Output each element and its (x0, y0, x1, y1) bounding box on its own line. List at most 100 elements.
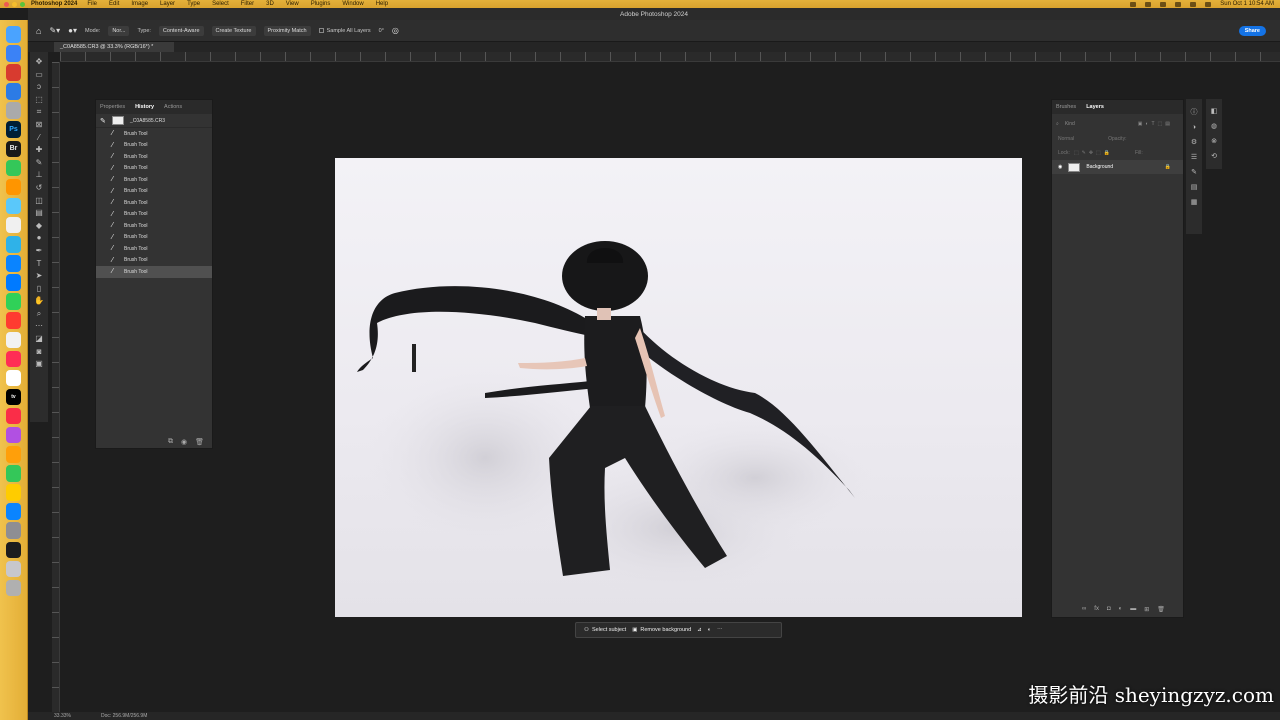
healing-brush-tool-icon[interactable]: ✚ (34, 144, 45, 155)
sample-all-layers-checkbox[interactable]: Sample All Layers (318, 28, 371, 34)
clone-stamp-tool-icon[interactable]: ⊥ (34, 169, 45, 180)
app-icon[interactable] (6, 484, 21, 501)
tab-properties[interactable]: Properties (100, 104, 125, 110)
zoom-button[interactable] (20, 1, 25, 7)
app-icon[interactable] (6, 331, 21, 348)
podcasts-icon[interactable] (6, 426, 21, 444)
history-snapshot[interactable]: ✎ _C0A8585.CR3 (96, 114, 212, 128)
music-icon[interactable] (6, 407, 21, 425)
history-item[interactable]: ⁄ Brush Tool (96, 163, 212, 175)
select-subject-button[interactable]: ⚇ Select subject (584, 627, 626, 633)
mask-icon[interactable]: ◘ (1107, 606, 1111, 613)
type-content-aware[interactable]: Content-Aware (158, 25, 204, 36)
app-icon[interactable] (6, 178, 21, 196)
history-item[interactable]: ⁄ Brush Tool (96, 232, 212, 244)
adjust-icon[interactable]: ◐ (708, 627, 711, 633)
status-icon[interactable] (1130, 1, 1137, 7)
tab-actions[interactable]: Actions (164, 104, 182, 110)
app-icon[interactable] (6, 446, 21, 463)
share-button[interactable]: Share (1238, 25, 1266, 36)
document-tab[interactable]: _C0A8585.CR3 @ 33.3% (RGB/16*) * (54, 42, 174, 52)
hand-tool-icon[interactable]: ✋ (34, 295, 45, 306)
more-tools-icon[interactable]: ⋯ (34, 320, 45, 331)
app-icon[interactable] (6, 159, 21, 177)
history-item[interactable]: ⁄ Brush Tool (96, 243, 212, 255)
shape-tool-icon[interactable]: ▯ (34, 283, 45, 294)
zoom-tool-icon[interactable]: ⌕ (34, 308, 45, 319)
window-controls[interactable] (4, 1, 25, 7)
eye-icon[interactable]: ◉ (1058, 164, 1062, 170)
app-icon[interactable] (6, 350, 21, 368)
mode-select[interactable]: Nor... (108, 25, 130, 36)
lock-icons[interactable]: ⬚✎✥⬚🔒 (1074, 150, 1113, 156)
finder-icon[interactable] (6, 26, 21, 43)
zoom-level[interactable]: 33.33% (54, 713, 71, 719)
fx-icon[interactable]: fx (1094, 606, 1099, 613)
menu-view[interactable]: View (286, 1, 299, 7)
status-icon[interactable] (1160, 1, 1167, 7)
layers-icon[interactable]: ▦ (1191, 198, 1198, 206)
angle-field[interactable]: 0° (379, 28, 384, 34)
frame-tool-icon[interactable]: ⊠ (34, 119, 45, 130)
type-tool-icon[interactable]: T (34, 258, 45, 269)
appstore-icon[interactable] (6, 503, 21, 520)
app-icon[interactable] (6, 216, 21, 234)
menu-plugins[interactable]: Plugins (311, 1, 331, 7)
status-icon[interactable] (1145, 1, 1152, 7)
menu-edit[interactable]: Edit (109, 1, 119, 7)
menu-filter[interactable]: Filter (241, 1, 254, 7)
close-button[interactable] (4, 1, 9, 7)
brush-size-picker[interactable]: ●▾ (68, 26, 77, 35)
blend-mode-select[interactable]: Normal (1058, 136, 1074, 142)
menu-help[interactable]: Help (376, 1, 388, 7)
remove-background-button[interactable]: ▣ Remove background (632, 627, 691, 633)
eyedropper-tool-icon[interactable]: ⁄ (34, 132, 45, 143)
bridge-icon[interactable]: Br (6, 140, 21, 158)
swatch-icon[interactable]: ◧ (1211, 107, 1218, 115)
gradient-icon[interactable]: ◍ (1211, 122, 1217, 130)
camera-icon[interactable]: ◉ (181, 438, 187, 446)
move-tool-icon[interactable]: ✥ (34, 56, 45, 67)
app-icon[interactable] (6, 560, 21, 578)
tv-icon[interactable]: tv (6, 388, 21, 406)
image-canvas[interactable] (335, 158, 1022, 617)
app-icon[interactable] (6, 64, 21, 81)
history-brush-tool-icon[interactable]: ↺ (34, 182, 45, 193)
app-icon[interactable] (6, 255, 21, 272)
history-item[interactable]: ⁄ Brush Tool (96, 197, 212, 209)
lock-icon[interactable]: 🔒 (1165, 164, 1171, 170)
type-proximity-match[interactable]: Proximity Match (263, 25, 311, 36)
photoshop-icon[interactable]: Ps (6, 121, 21, 138)
app-icon[interactable] (6, 312, 21, 329)
screen-mode-icon[interactable]: ▣ (34, 358, 45, 369)
dodge-tool-icon[interactable]: ● (34, 232, 45, 243)
settings-icon[interactable] (6, 522, 21, 539)
doc-size[interactable]: Doc: 256.9M/256.9M (101, 713, 147, 719)
wifi-icon[interactable] (1190, 1, 1197, 7)
new-document-icon[interactable]: ⧉ (168, 438, 173, 446)
type-create-texture[interactable]: Create Texture (211, 25, 256, 36)
history-item[interactable]: ⁄ Brush Tool (96, 151, 212, 163)
minimize-button[interactable] (12, 1, 17, 7)
layer-kind-filter[interactable]: Kind (1065, 121, 1075, 127)
history-item[interactable]: ⁄ Brush Tool (96, 140, 212, 152)
lasso-tool-icon[interactable]: ↄ (34, 81, 45, 92)
libraries-icon[interactable]: ☰ (1191, 153, 1197, 161)
app-icon[interactable] (6, 197, 21, 215)
trash-icon[interactable]: 🗑 (1157, 606, 1165, 613)
layer-row-background[interactable]: ◉ Background 🔒 (1052, 160, 1183, 174)
adjustments-icon[interactable]: ⚙ (1191, 138, 1197, 146)
history-item[interactable]: ⁄ Brush Tool (96, 174, 212, 186)
horizontal-ruler[interactable] (60, 52, 1280, 62)
eraser-tool-icon[interactable]: ◫ (34, 195, 45, 206)
history-item[interactable]: ⁄ Brush Tool (96, 186, 212, 198)
app-icon[interactable] (6, 465, 21, 482)
channels-icon[interactable]: ▤ (1191, 183, 1198, 191)
pen-tool-icon[interactable]: ✒ (34, 245, 45, 256)
glyph-icon[interactable]: ⟲ (1211, 152, 1217, 160)
menu-select[interactable]: Select (212, 1, 229, 7)
link-icon[interactable]: ∞ (1082, 606, 1086, 613)
brush-tool-icon[interactable]: ✎ (34, 157, 45, 168)
app-icon[interactable] (6, 274, 21, 291)
trash-icon[interactable] (6, 579, 21, 597)
